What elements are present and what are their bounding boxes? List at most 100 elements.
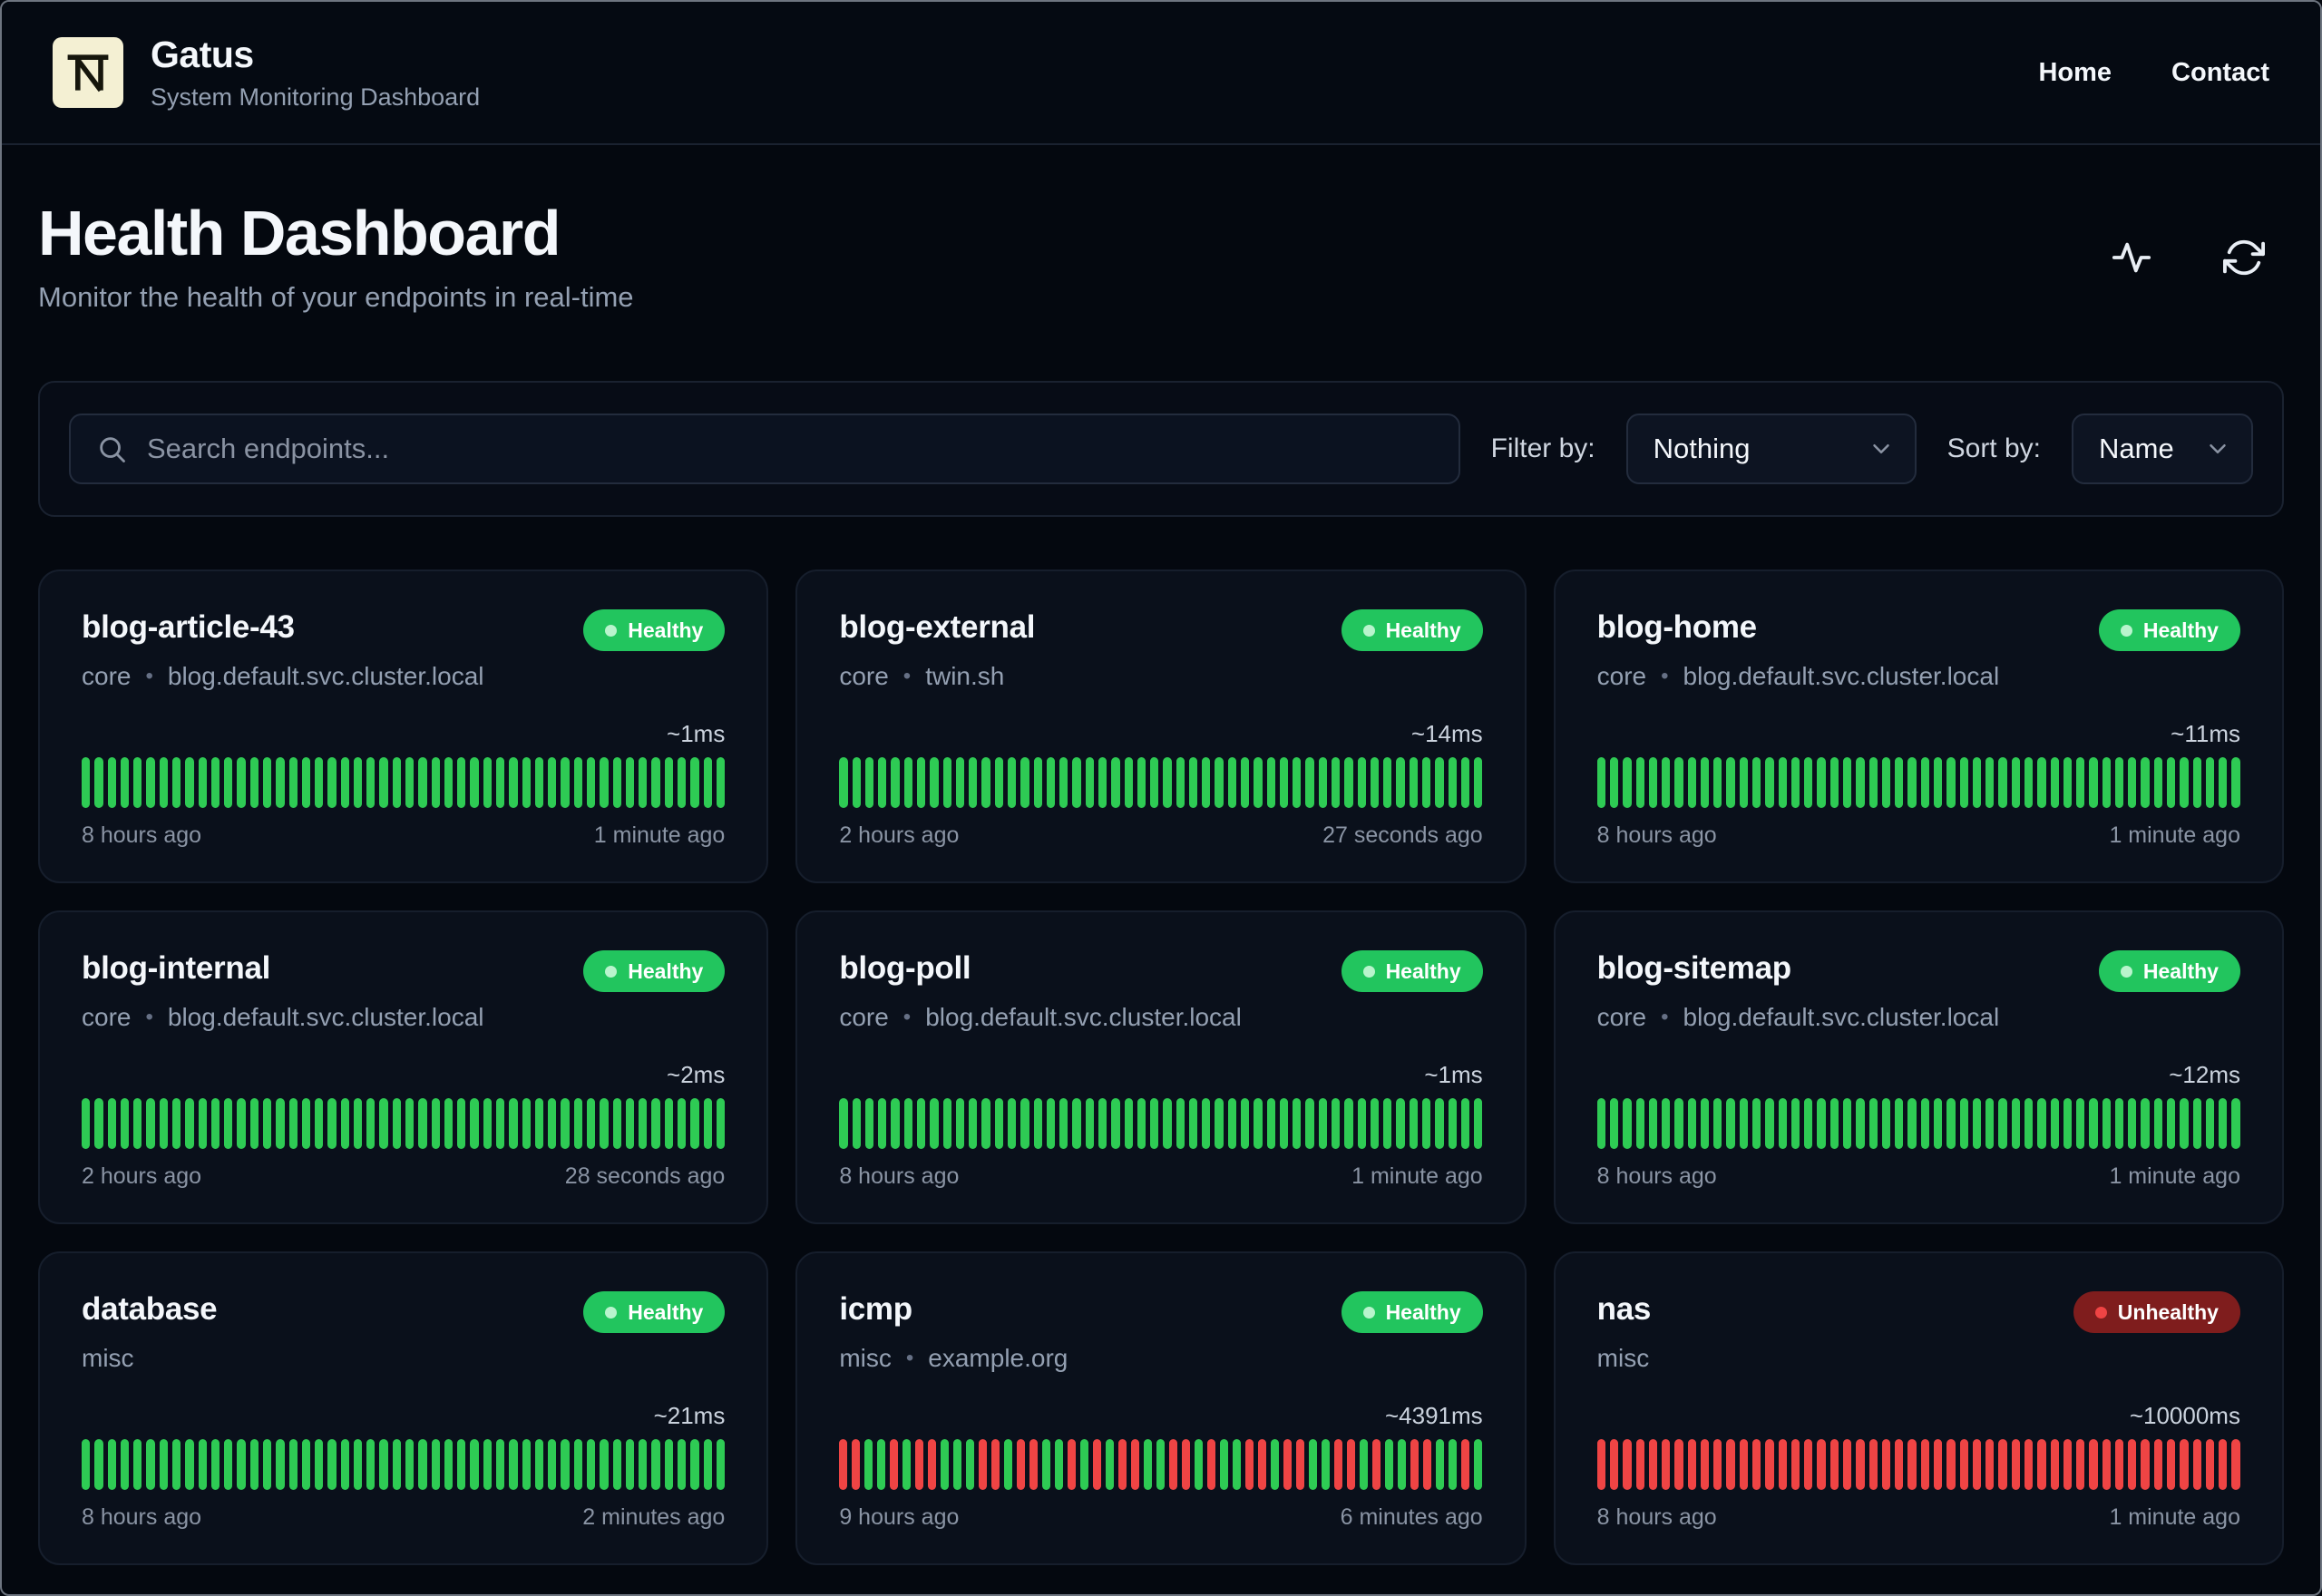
status-bar[interactable] [625, 757, 635, 808]
status-bar[interactable] [1150, 757, 1159, 808]
status-bar[interactable] [1241, 1098, 1250, 1149]
status-bar[interactable] [1029, 1439, 1039, 1490]
status-bar[interactable] [522, 1439, 531, 1490]
status-bar[interactable] [392, 757, 402, 808]
status-bar[interactable] [2153, 1098, 2163, 1149]
status-bar[interactable] [1648, 757, 1658, 808]
status-bar[interactable] [1396, 757, 1405, 808]
status-bar[interactable] [483, 757, 492, 808]
status-bar[interactable] [891, 757, 900, 808]
status-bar[interactable] [418, 1439, 427, 1490]
status-bar[interactable] [276, 757, 285, 808]
status-bar[interactable] [444, 1439, 454, 1490]
status-bar[interactable] [1843, 757, 1852, 808]
status-bar[interactable] [379, 1439, 388, 1490]
status-bar[interactable] [159, 1439, 168, 1490]
status-bar[interactable] [1662, 757, 1671, 808]
status-bar[interactable] [1790, 1098, 1800, 1149]
status-bar[interactable] [664, 1098, 673, 1149]
status-bar[interactable] [1421, 757, 1431, 808]
status-bar[interactable] [1059, 1098, 1068, 1149]
status-bar[interactable] [1790, 757, 1800, 808]
status-bar[interactable] [2180, 1098, 2189, 1149]
status-bar[interactable] [327, 1439, 337, 1490]
status-bar[interactable] [120, 1439, 130, 1490]
status-bar[interactable] [353, 1439, 363, 1490]
status-bar[interactable] [928, 1439, 937, 1490]
status-bar[interactable] [1596, 1439, 1605, 1490]
status-bar[interactable] [1283, 1439, 1293, 1490]
status-bar[interactable] [198, 1098, 207, 1149]
status-bar[interactable] [159, 757, 168, 808]
status-bar[interactable] [1318, 1098, 1328, 1149]
status-bar[interactable] [1765, 1098, 1774, 1149]
status-bar[interactable] [431, 1439, 440, 1490]
status-bar[interactable] [146, 1439, 155, 1490]
status-bar[interactable] [1817, 757, 1826, 808]
status-bar[interactable] [1881, 1439, 1891, 1490]
status-bar[interactable] [353, 1098, 363, 1149]
status-bar[interactable] [1279, 1098, 1289, 1149]
status-bar[interactable] [639, 757, 648, 808]
status-bar[interactable] [1163, 757, 1172, 808]
status-bar[interactable] [276, 1439, 285, 1490]
status-bar[interactable] [2050, 757, 2059, 808]
status-bar[interactable] [405, 1439, 415, 1490]
status-bar[interactable] [991, 1439, 1000, 1490]
status-bar[interactable] [2128, 757, 2137, 808]
status-bar[interactable] [1227, 1098, 1237, 1149]
status-bar[interactable] [146, 757, 155, 808]
status-bar[interactable] [1713, 1098, 1722, 1149]
status-bar[interactable] [981, 1098, 990, 1149]
status-bar[interactable] [1398, 1439, 1407, 1490]
status-bar[interactable] [1293, 757, 1302, 808]
status-bar[interactable] [1623, 1098, 1632, 1149]
status-bar[interactable] [953, 1439, 962, 1490]
status-bar[interactable] [1156, 1439, 1166, 1490]
status-bar[interactable] [703, 1439, 712, 1490]
status-bar[interactable] [625, 1098, 635, 1149]
status-bar[interactable] [133, 757, 142, 808]
status-bar[interactable] [1188, 1098, 1198, 1149]
status-bar[interactable] [353, 757, 363, 808]
status-bar[interactable] [1868, 757, 1878, 808]
status-bar[interactable] [639, 1098, 648, 1149]
status-bar[interactable] [2102, 757, 2111, 808]
status-bar[interactable] [2153, 1439, 2163, 1490]
status-bar[interactable] [1868, 1098, 1878, 1149]
status-bar[interactable] [534, 757, 544, 808]
status-bar[interactable] [1895, 1439, 1904, 1490]
status-bar[interactable] [994, 757, 1003, 808]
status-bar[interactable] [237, 1439, 246, 1490]
status-bar[interactable] [994, 1098, 1003, 1149]
status-bar[interactable] [600, 1439, 609, 1490]
status-bar[interactable] [1017, 1439, 1026, 1490]
status-bar[interactable] [262, 757, 272, 808]
status-bar[interactable] [249, 1439, 259, 1490]
status-bar[interactable] [1383, 1098, 1392, 1149]
status-bar[interactable] [1739, 1098, 1749, 1149]
status-bar[interactable] [1596, 1098, 1605, 1149]
status-bar[interactable] [1085, 1098, 1094, 1149]
status-bar[interactable] [470, 1439, 479, 1490]
status-bar[interactable] [1895, 1098, 1904, 1149]
status-bar[interactable] [1332, 757, 1341, 808]
status-bar[interactable] [392, 1439, 402, 1490]
status-bar[interactable] [185, 1098, 194, 1149]
status-bar[interactable] [1946, 757, 1956, 808]
status-bar[interactable] [198, 1439, 207, 1490]
status-bar[interactable] [561, 757, 570, 808]
status-bar[interactable] [2180, 757, 2189, 808]
status-bar[interactable] [1435, 757, 1444, 808]
status-bar[interactable] [509, 1439, 518, 1490]
status-bar[interactable] [2089, 1098, 2098, 1149]
status-bar[interactable] [917, 757, 926, 808]
status-bar[interactable] [431, 1098, 440, 1149]
status-bar[interactable] [612, 757, 621, 808]
status-bar[interactable] [457, 1098, 466, 1149]
status-bar[interactable] [915, 1439, 924, 1490]
status-bar[interactable] [2063, 1439, 2073, 1490]
nav-link-home[interactable]: Home [2038, 58, 2112, 88]
status-bar[interactable] [2205, 1439, 2215, 1490]
status-bar[interactable] [1713, 757, 1722, 808]
